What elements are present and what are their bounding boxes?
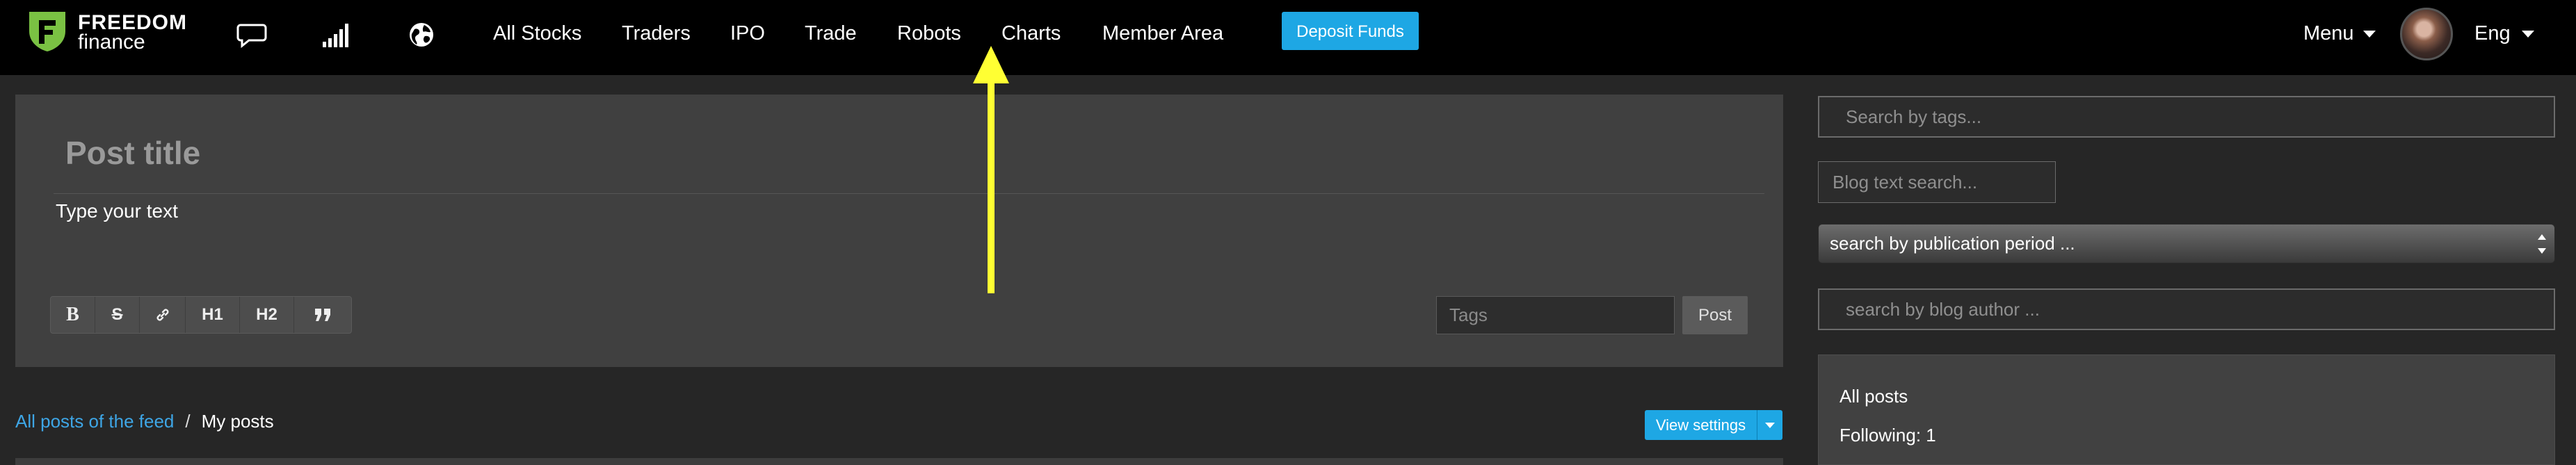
freedom-finance-logo[interactable]: FREEDOM finance	[28, 10, 195, 54]
nav-trade[interactable]: Trade	[805, 19, 857, 47]
link-icon	[156, 309, 168, 321]
blog-author-search-input[interactable]	[1818, 288, 2555, 330]
breadcrumb-separator: /	[185, 411, 191, 432]
deposit-funds-button[interactable]: Deposit Funds	[1282, 12, 1419, 50]
strikethrough-button[interactable]: S	[95, 297, 140, 333]
heading2-button[interactable]: H2	[240, 297, 294, 333]
title-divider	[54, 193, 1764, 194]
view-settings-label[interactable]: View settings	[1645, 410, 1757, 440]
post-title-input[interactable]	[64, 133, 1754, 172]
signal-icon[interactable]	[321, 19, 352, 50]
post-editor: B S H1 H2 Post	[15, 95, 1783, 367]
breadcrumb-all-posts-link[interactable]: All posts of the feed	[15, 411, 174, 432]
heading1-button[interactable]: H1	[186, 297, 240, 333]
nav-member-area[interactable]: Member Area	[1102, 19, 1223, 47]
bold-button[interactable]: B	[51, 297, 95, 333]
annotation-arrow-icon	[973, 46, 1009, 293]
nav-ipo[interactable]: IPO	[730, 19, 765, 47]
nav-charts[interactable]: Charts	[1001, 19, 1061, 47]
post-body-textarea[interactable]	[54, 199, 1758, 282]
publication-period-value: search by publication period ...	[1830, 233, 2075, 254]
blog-text-search-input[interactable]	[1818, 161, 2056, 203]
nav-all-stocks[interactable]: All Stocks	[493, 19, 581, 47]
filter-all-posts[interactable]: All posts	[1840, 384, 1908, 408]
select-updown-icon	[2538, 233, 2547, 255]
language-caret-down-icon[interactable]	[2522, 31, 2534, 38]
logo-wordmark-bottom: finance	[78, 31, 145, 54]
nav-robots[interactable]: Robots	[897, 19, 961, 47]
insert-link-button[interactable]	[140, 297, 186, 333]
globe-icon[interactable]	[406, 19, 437, 50]
menu-caret-down-icon[interactable]	[2363, 31, 2376, 38]
language-dropdown[interactable]: Eng	[2474, 19, 2511, 47]
nav-traders[interactable]: Traders	[622, 19, 691, 47]
publication-period-select[interactable]: search by publication period ...	[1818, 224, 2555, 263]
chat-icon[interactable]	[236, 19, 267, 50]
filter-following[interactable]: Following: 1	[1840, 423, 1936, 447]
feed-filter-panel: All posts Following: 1	[1818, 354, 2555, 465]
breadcrumb-my-posts: My posts	[201, 411, 274, 432]
tags-input[interactable]	[1436, 296, 1675, 334]
user-avatar[interactable]	[2400, 8, 2453, 60]
top-navigation: FREEDOM finance All Stocks Traders IPO T…	[0, 0, 2576, 75]
view-settings-button[interactable]: View settings	[1645, 410, 1782, 440]
quote-icon	[315, 309, 330, 321]
shield-logo-icon	[29, 12, 65, 51]
search-by-tags-input[interactable]	[1818, 96, 2555, 138]
formatting-toolbar: B S H1 H2	[50, 296, 352, 334]
menu-dropdown[interactable]: Menu	[2303, 19, 2354, 47]
post-button[interactable]: Post	[1682, 296, 1748, 334]
view-settings-caret-down-icon[interactable]	[1757, 410, 1782, 440]
blockquote-button[interactable]	[294, 297, 351, 333]
breadcrumb: All posts of the feed / My posts	[15, 409, 274, 434]
feed-list-top	[15, 458, 1783, 465]
